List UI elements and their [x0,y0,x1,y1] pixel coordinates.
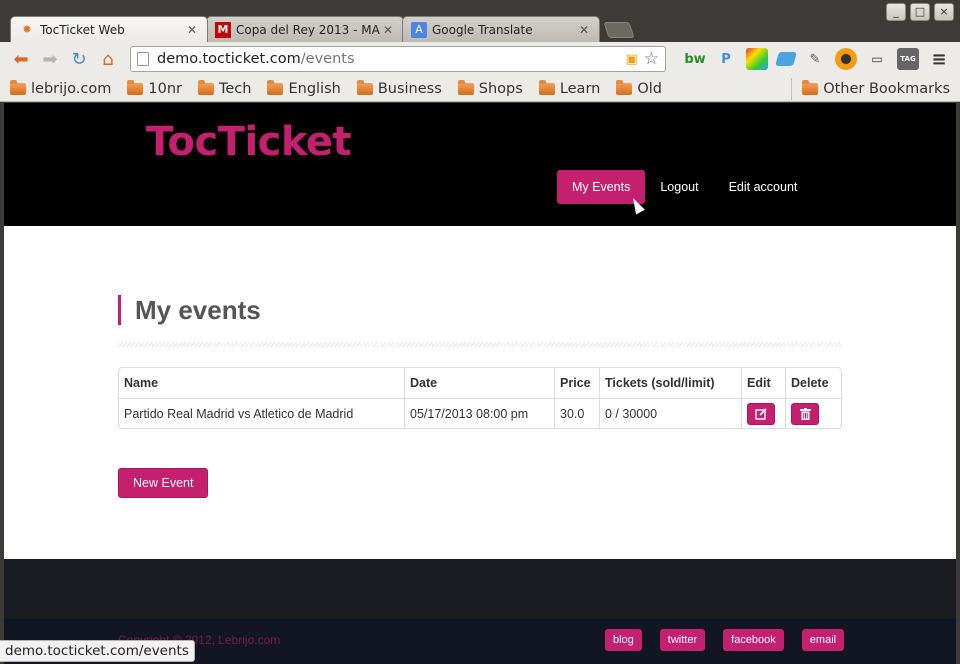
new-tab-button[interactable] [603,22,635,38]
new-event-button[interactable]: New Event [118,468,209,498]
extension-badge-icon[interactable]: ▣ [625,52,637,67]
event-date: 05/17/2013 08:00 pm [404,398,554,428]
column-header-tickets: Tickets (sold/limit) [599,368,741,398]
maximize-button[interactable]: □ [910,3,930,21]
nav-logout[interactable]: Logout [645,170,713,204]
close-icon[interactable]: ✕ [185,23,199,37]
page-icon [137,52,149,66]
edit-icon [755,407,767,420]
column-header-delete: Delete [785,368,841,398]
forward-arrow-icon[interactable]: ➡ [37,46,63,72]
eyedropper-icon[interactable]: ✎ [804,48,826,70]
close-icon[interactable]: ✕ [381,23,395,37]
folder-icon [457,79,474,95]
site-logo[interactable]: TocTicket [146,119,352,165]
tab-strip: ✹ TocTicket Web ✕ M Copa del Rey 2013 - … [10,16,635,42]
tab-title: Copa del Rey 2013 - MARC [236,22,381,37]
bookmark-folder[interactable]: lebrijo.com [10,79,111,97]
tab-tocticket[interactable]: ✹ TocTicket Web ✕ [10,16,208,42]
folder-icon [10,79,26,95]
minimize-button[interactable]: _ [886,3,906,21]
site-nav: My Events Logout Edit account [557,170,812,204]
bookmark-folder[interactable]: English [267,79,341,97]
back-arrow-icon[interactable]: ⬅ [8,46,34,72]
event-price: 30.0 [554,398,599,428]
column-header-date: Date [404,368,554,398]
tab-google-translate[interactable]: A Google Translate ✕ [402,16,600,42]
menu-icon[interactable]: ≡ [928,48,950,70]
folder-icon [356,79,373,95]
tab-marca[interactable]: M Copa del Rey 2013 - MARC ✕ [206,16,404,42]
web-page: TocTicket My Events Logout Edit account … [4,103,956,664]
footer-links: blog twitter facebook email [605,629,845,651]
status-bar-url: demo.tocticket.com/events [0,640,195,662]
page-title-block: My events [118,295,261,325]
column-header-edit: Edit [741,368,785,398]
delete-cell [785,398,841,428]
reload-icon[interactable]: ↻ [66,46,92,72]
bookmark-folder[interactable]: Shops [457,79,523,97]
color-picker-extension-icon[interactable] [746,48,768,70]
table-row: Partido Real Madrid vs Atletico de Madri… [119,398,841,428]
table-header-row: Name Date Price Tickets (sold/limit) Edi… [119,368,841,398]
footer-link-email[interactable]: email [801,629,845,651]
browser-chrome: _ □ × ✹ TocTicket Web ✕ M Copa del Rey 2… [0,0,960,102]
close-window-button[interactable]: × [934,3,954,21]
trash-icon [799,407,811,420]
tag-icon[interactable]: TAG [897,48,919,70]
event-tickets: 0 / 30000 [599,398,741,428]
event-name: Partido Real Madrid vs Atletico de Madri… [119,398,404,428]
footer-link-blog[interactable]: blog [605,629,642,651]
divider [118,342,842,347]
bookmark-folder[interactable]: Old [616,79,662,97]
folder-icon [197,79,214,95]
bookmark-star-icon[interactable]: ☆ [644,49,659,69]
edit-button[interactable] [747,402,775,425]
translate-icon: A [411,21,427,38]
gear-icon: ✹ [22,23,32,36]
ruler-icon[interactable]: ▭ [866,48,888,70]
bookmarks-bar: lebrijo.com 10nr Tech English Business S… [0,76,960,102]
bookmark-folder[interactable]: 10nr [127,79,182,97]
edit-cell [741,398,785,428]
folder-icon [538,79,555,95]
column-header-price: Price [554,368,599,398]
bookmark-folder[interactable]: Learn [538,79,600,97]
browser-toolbar: ⬅ ➡ ↻ ⌂ demo.tocticket.com/events ▣ ☆ bw… [0,42,960,76]
site-header: TocTicket My Events Logout Edit account [4,103,956,226]
folder-icon [267,79,284,95]
tab-title: TocTicket Web [40,22,125,37]
home-icon[interactable]: ⌂ [95,46,121,72]
tab-title: Google Translate [432,22,533,37]
window-resizer-icon[interactable] [775,52,797,66]
events-table: Name Date Price Tickets (sold/limit) Edi… [118,367,842,429]
nav-edit-account[interactable]: Edit account [714,170,813,204]
footer-link-twitter[interactable]: twitter [659,629,706,651]
eye-dropper-circle-icon[interactable] [835,48,857,70]
extension-icons: bw P ✎ ▭ TAG ≡ [684,48,950,70]
url-host: demo.tocticket.com [157,51,301,67]
marca-icon: M [215,21,231,38]
other-bookmarks-folder[interactable]: Other Bookmarks [802,79,950,97]
bookmark-folder[interactable]: Business [356,79,442,97]
folder-icon [127,79,144,95]
bw-extension-icon[interactable]: bw [684,48,706,70]
address-bar[interactable]: demo.tocticket.com/events ▣ ☆ [130,46,666,72]
bookmark-folder[interactable]: Tech [197,79,251,97]
delete-button[interactable] [791,402,819,425]
folder-icon [802,79,819,95]
footer-link-facebook[interactable]: facebook [723,629,784,651]
url-path: /events [300,51,355,67]
page-title: My events [135,295,261,325]
column-header-name: Name [124,376,159,390]
window-controls: _ □ × [886,3,954,21]
bookmarks-divider [791,77,793,100]
folder-icon [616,79,633,95]
close-icon[interactable]: ✕ [577,23,591,37]
p-extension-icon[interactable]: P [715,48,737,70]
